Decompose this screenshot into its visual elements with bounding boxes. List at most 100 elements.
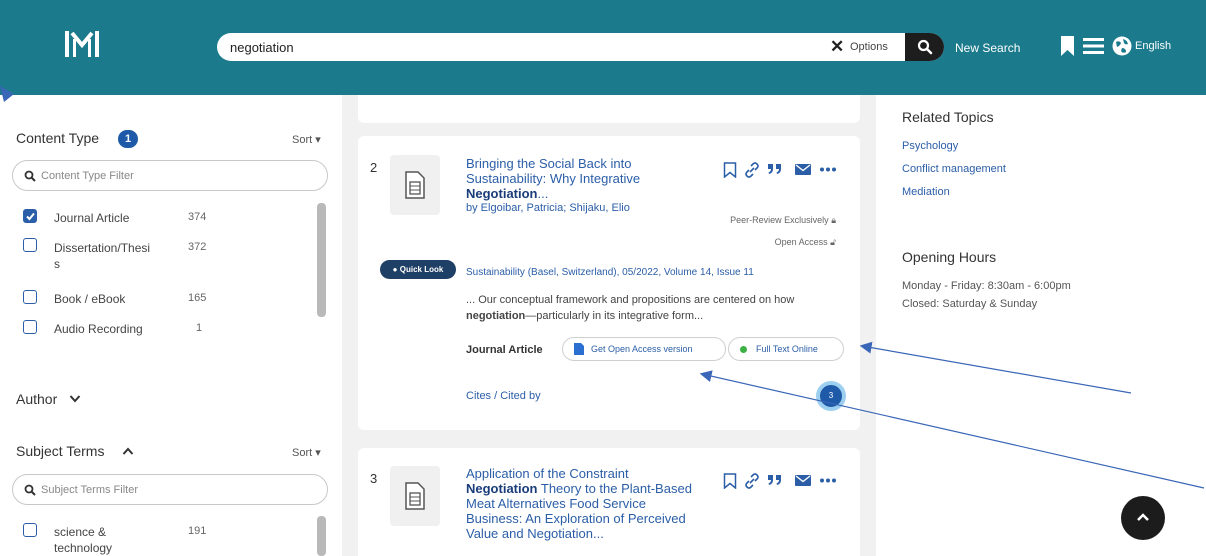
facet-count: 165 [188, 292, 207, 304]
document-thumbnail[interactable] [390, 466, 440, 526]
full-text-button-label: Full Text Online [756, 344, 818, 354]
chevron-up-icon[interactable] [122, 446, 134, 456]
sort-label: Sort [292, 134, 313, 146]
related-topics-title: Related Topics [902, 109, 994, 125]
open-access-text: Open Access [774, 237, 828, 247]
cite-quote-icon[interactable] [767, 163, 783, 175]
check-icon [25, 212, 35, 220]
cite-quote-icon[interactable] [767, 474, 783, 486]
peer-review-text: Peer-Review Exclusively [730, 215, 829, 225]
checkbox-audio-recording[interactable] [23, 320, 37, 334]
facet-label-dissertation-thesis-wrap[interactable]: s [54, 257, 60, 272]
facet-label-book-ebook[interactable]: Book / eBook [54, 292, 125, 307]
facet-label-journal-article[interactable]: Journal Article [54, 211, 129, 226]
chevron-up-icon [1137, 513, 1149, 521]
opening-hours-weekday: Monday - Friday: 8:30am - 6:00pm [902, 280, 1071, 292]
opening-hours-weekend: Closed: Saturday & Sunday [902, 298, 1038, 310]
result-source[interactable]: Sustainability (Basel, Switzerland), 05/… [466, 267, 754, 278]
search-input[interactable]: negotiation ✕ Options [217, 33, 944, 61]
content-type-scrollbar[interactable] [317, 203, 326, 317]
result-snippet: ... Our conceptual framework and proposi… [466, 292, 846, 324]
annotation-arrow [859, 341, 1132, 394]
save-bookmark-icon[interactable] [723, 162, 737, 178]
author-facet-title[interactable]: Author [16, 391, 57, 407]
quick-look-button[interactable]: ● Quick Look [380, 260, 456, 279]
get-open-access-button[interactable]: Get Open Access version [562, 337, 726, 361]
document-thumbnail[interactable] [390, 155, 440, 215]
checkbox-journal-article[interactable] [23, 209, 37, 223]
snippet-text: ... Our conceptual framework and proposi… [466, 294, 795, 306]
checkbox-science-technology[interactable] [23, 523, 37, 537]
library-logo-icon[interactable] [62, 29, 102, 59]
search-icon [917, 39, 933, 55]
snippet-text-end: —particularly in its integrative form... [525, 310, 704, 322]
subject-terms-scrollbar[interactable] [317, 516, 326, 556]
related-topic-link[interactable]: Psychology [902, 140, 958, 152]
opening-hours-title: Opening Hours [902, 249, 997, 265]
more-options-icon[interactable] [820, 167, 836, 172]
document-icon [405, 171, 425, 199]
checkbox-book-ebook[interactable] [23, 290, 37, 304]
title-text: Bringing the Social Back into Sustainabi… [466, 156, 641, 186]
chevron-down-icon[interactable] [69, 394, 81, 404]
peer-review-label: Peer-Review Exclusively 🔒︎ [686, 215, 836, 226]
availability-dot-icon [740, 346, 747, 353]
back-to-top-button[interactable] [1121, 496, 1165, 540]
content-type-sort-link[interactable]: Sort ▾ [292, 133, 321, 146]
sort-label: Sort [292, 447, 313, 459]
language-selector[interactable]: English [1135, 40, 1171, 52]
top-header: negotiation ✕ Options New Search English [0, 0, 1206, 95]
result-title-link[interactable]: Application of the Constraint Negotiatio… [466, 466, 696, 556]
document-icon [405, 482, 425, 510]
title-text: Application of the Constraint [466, 466, 629, 481]
open-access-button-label: Get Open Access version [591, 344, 693, 354]
checkbox-dissertation-thesis[interactable] [23, 238, 37, 252]
subject-terms-filter-input[interactable]: Subject Terms Filter [12, 474, 328, 505]
pdf-file-icon [574, 343, 584, 355]
related-topic-link[interactable]: Mediation [902, 186, 950, 198]
facet-label-science-technology-wrap[interactable]: technology [54, 541, 112, 556]
result-number: 3 [370, 471, 378, 486]
email-icon[interactable] [795, 475, 811, 486]
facet-count: 374 [188, 211, 207, 223]
facet-label-science-technology[interactable]: science & [54, 525, 106, 540]
search-icon [24, 484, 36, 496]
new-search-link[interactable]: New Search [955, 41, 1020, 55]
facet-label-audio-recording[interactable]: Audio Recording [54, 322, 143, 337]
save-bookmark-icon[interactable] [723, 473, 737, 489]
facet-count: 372 [188, 241, 207, 253]
notification-ring-badge[interactable]: 3 [816, 381, 846, 411]
facet-label-dissertation-thesis[interactable]: Dissertation/Thesi [54, 241, 150, 256]
email-icon[interactable] [795, 164, 811, 175]
globe-icon[interactable] [1112, 36, 1132, 56]
document-type-label: Journal Article [466, 344, 543, 356]
more-options-icon[interactable] [820, 478, 836, 483]
link-icon[interactable] [744, 473, 760, 489]
menu-icon[interactable] [1083, 38, 1104, 54]
search-query-text[interactable]: negotiation [230, 40, 294, 55]
subject-terms-facet-title[interactable]: Subject Terms [16, 443, 104, 459]
content-type-filter-input[interactable]: Content Type Filter [12, 160, 328, 191]
lock-icon: 🔒︎ [831, 215, 836, 225]
subject-terms-sort-link[interactable]: Sort ▾ [292, 446, 321, 459]
search-button[interactable] [905, 33, 944, 61]
search-icon [24, 170, 36, 182]
bookmark-icon[interactable] [1061, 36, 1074, 56]
full-text-online-button[interactable]: Full Text Online [728, 337, 844, 361]
title-highlight: Negotiation [466, 186, 538, 201]
content-type-facet-title[interactable]: Content Type [16, 130, 99, 146]
search-options-link[interactable]: Options [850, 41, 888, 53]
facet-count: 1 [196, 322, 203, 334]
result-authors[interactable]: by Elgoibar, Patricia; Shijaku, Elio [466, 202, 630, 214]
result-card-previous [358, 95, 860, 123]
snippet-highlight: negotiation [466, 310, 526, 322]
open-access-label: Open Access 🔓︎ [686, 237, 836, 248]
result-number: 2 [370, 160, 378, 175]
link-icon[interactable] [744, 162, 760, 178]
unlock-icon: 🔓︎ [830, 237, 836, 247]
cites-cited-by-link[interactable]: Cites / Cited by [466, 390, 541, 402]
close-icon[interactable]: ✕ [830, 37, 844, 57]
result-title-link[interactable]: Bringing the Social Back into Sustainabi… [466, 156, 706, 201]
filter-placeholder: Content Type Filter [41, 170, 134, 182]
related-topic-link[interactable]: Conflict management [902, 163, 1006, 175]
